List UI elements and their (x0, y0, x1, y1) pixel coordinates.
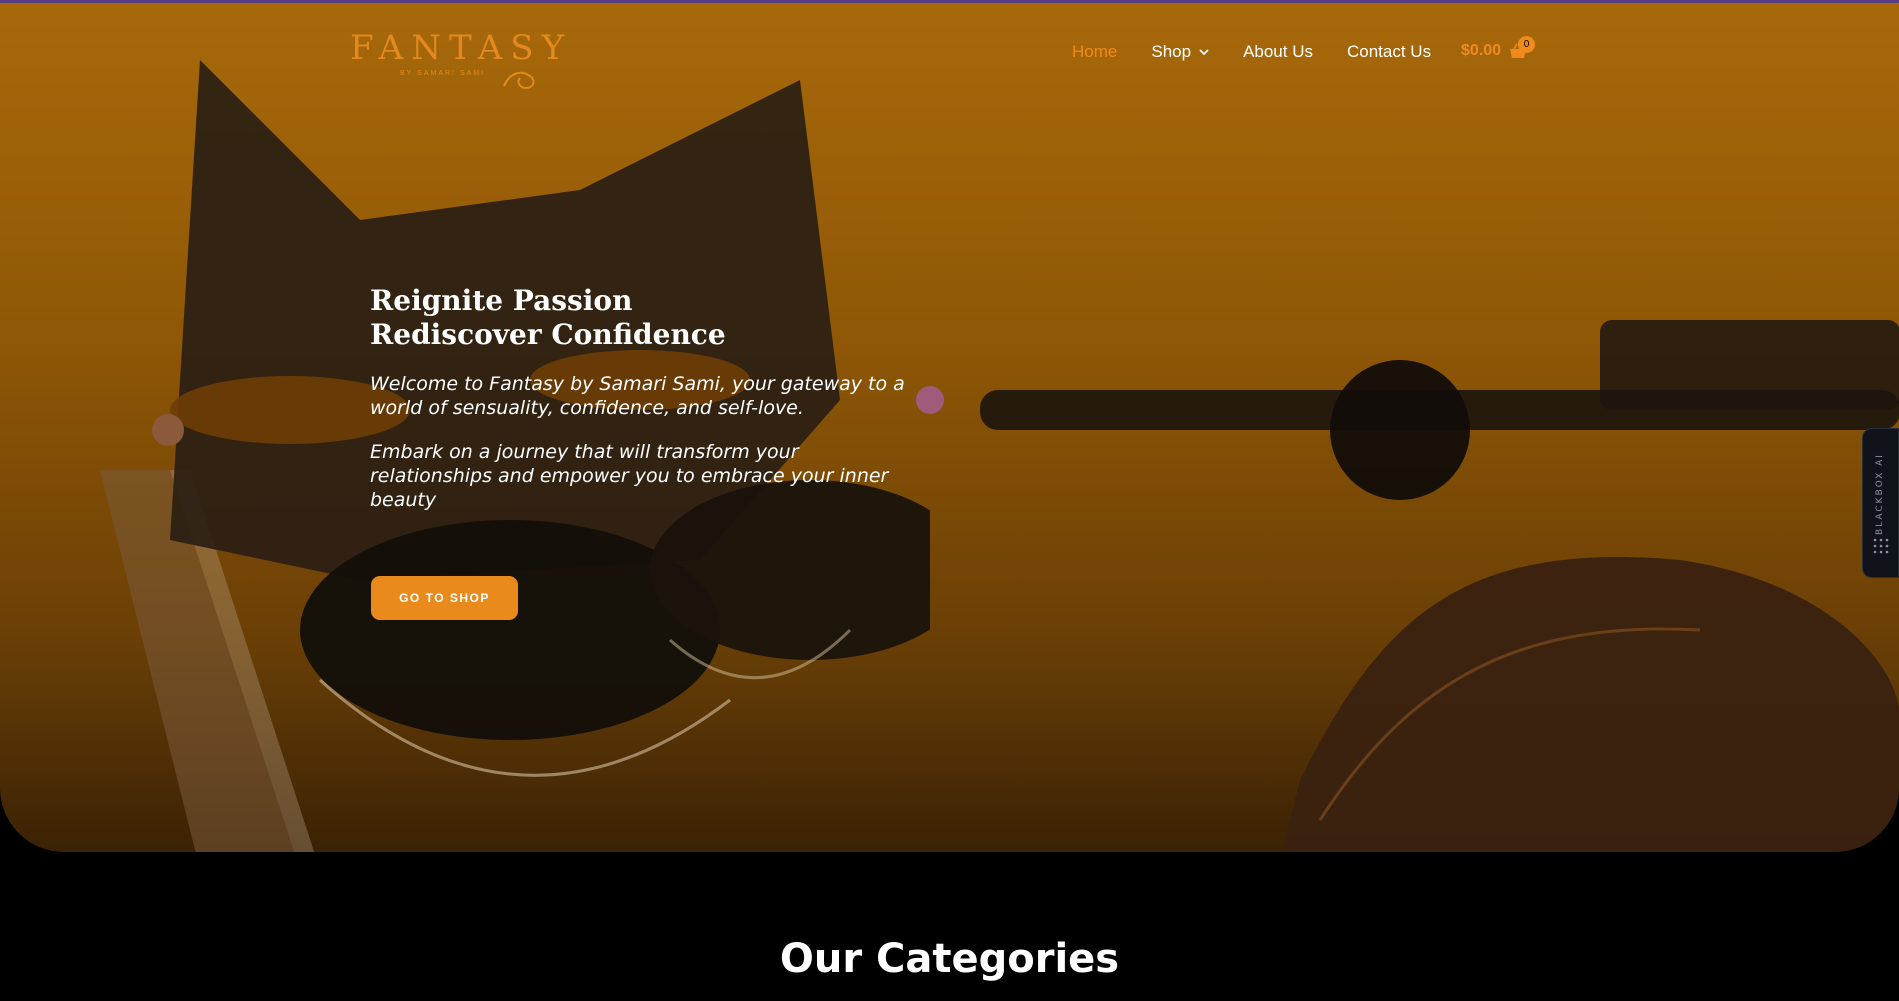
nav-about-us[interactable]: About Us (1243, 42, 1313, 62)
grid-dots-icon (1873, 538, 1889, 554)
nav-contact-us[interactable]: Contact Us (1347, 42, 1431, 62)
logo-emblem-icon (503, 71, 535, 90)
logo-subtitle: BY SAMARI SAMI (400, 70, 486, 77)
nav-home-label: Home (1072, 42, 1118, 61)
top-border (0, 0, 1899, 3)
nav-shop-label: Shop (1151, 42, 1192, 61)
categories-heading: Our Categories (779, 936, 1120, 982)
headline-line-1: Reignite Passion (370, 284, 633, 317)
hero-intro-text: Welcome to Fantasy by Samari Sami, your … (370, 373, 905, 419)
hero-journey-text: Embark on a journey that will transform … (370, 441, 889, 511)
main-nav: Home Shop About Us Contact Us (1072, 42, 1465, 62)
nav-home[interactable]: Home (1072, 42, 1117, 62)
go-to-shop-button[interactable]: GO TO SHOP (371, 576, 518, 620)
nav-contact-label: Contact Us (1347, 42, 1432, 61)
paddle-image (1282, 557, 1899, 852)
cart-count-badge: 0 (1518, 36, 1535, 53)
nav-about-label: About Us (1243, 42, 1313, 61)
side-tab-label: BLACKBOX AI (1875, 453, 1885, 535)
logo-wordmark: FANTASY (350, 28, 573, 68)
headline-line-2: Rediscover Confidence (370, 318, 726, 351)
blackbox-ai-side-tab[interactable]: BLACKBOX AI (1862, 428, 1899, 578)
hero-banner (0, 0, 1899, 852)
chevron-down-icon (1199, 49, 1209, 56)
hero-content: Reignite Passion Rediscover Confidence W… (370, 284, 910, 512)
cart-total: $0.00 (1461, 42, 1502, 59)
logo[interactable]: FANTASY BY SAMARI SAMI (350, 28, 564, 92)
cuffs-image (300, 480, 930, 777)
hero-headline: Reignite Passion Rediscover Confidence (370, 284, 910, 352)
nav-shop[interactable]: Shop (1151, 42, 1209, 62)
